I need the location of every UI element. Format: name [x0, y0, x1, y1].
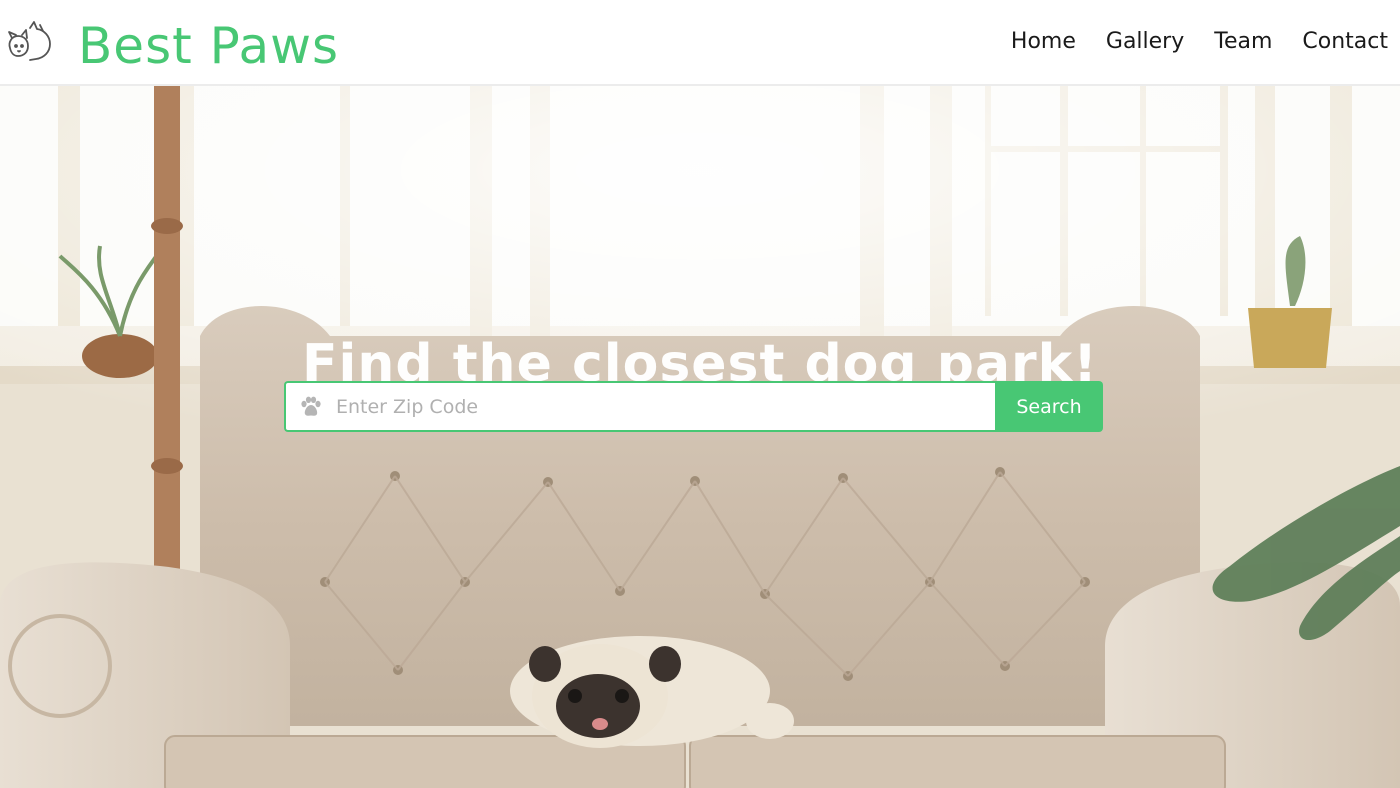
nav-team-link[interactable]: Team — [1214, 24, 1272, 60]
brand-title[interactable]: Best Paws — [78, 14, 339, 78]
navbar: Best Paws Home Gallery Team Contact — [0, 0, 1400, 86]
nav-gallery-link[interactable]: Gallery — [1106, 24, 1184, 60]
page: Best Paws Home Gallery Team Contact Find… — [0, 0, 1400, 788]
hero-section: Find the closest dog park! Search — [0, 86, 1400, 788]
cat-dog-logo-icon[interactable] — [6, 20, 54, 64]
search-button[interactable]: Search — [995, 381, 1103, 432]
zip-search-form: Search — [284, 381, 1103, 432]
zip-code-input[interactable] — [336, 383, 986, 430]
paw-icon — [301, 396, 321, 416]
nav-home-link[interactable]: Home — [1011, 24, 1076, 60]
nav-contact-link[interactable]: Contact — [1302, 24, 1388, 60]
zip-search-field[interactable] — [284, 381, 995, 432]
main-nav: Home Gallery Team Contact — [1011, 24, 1388, 60]
hero-background-image — [0, 86, 1400, 788]
